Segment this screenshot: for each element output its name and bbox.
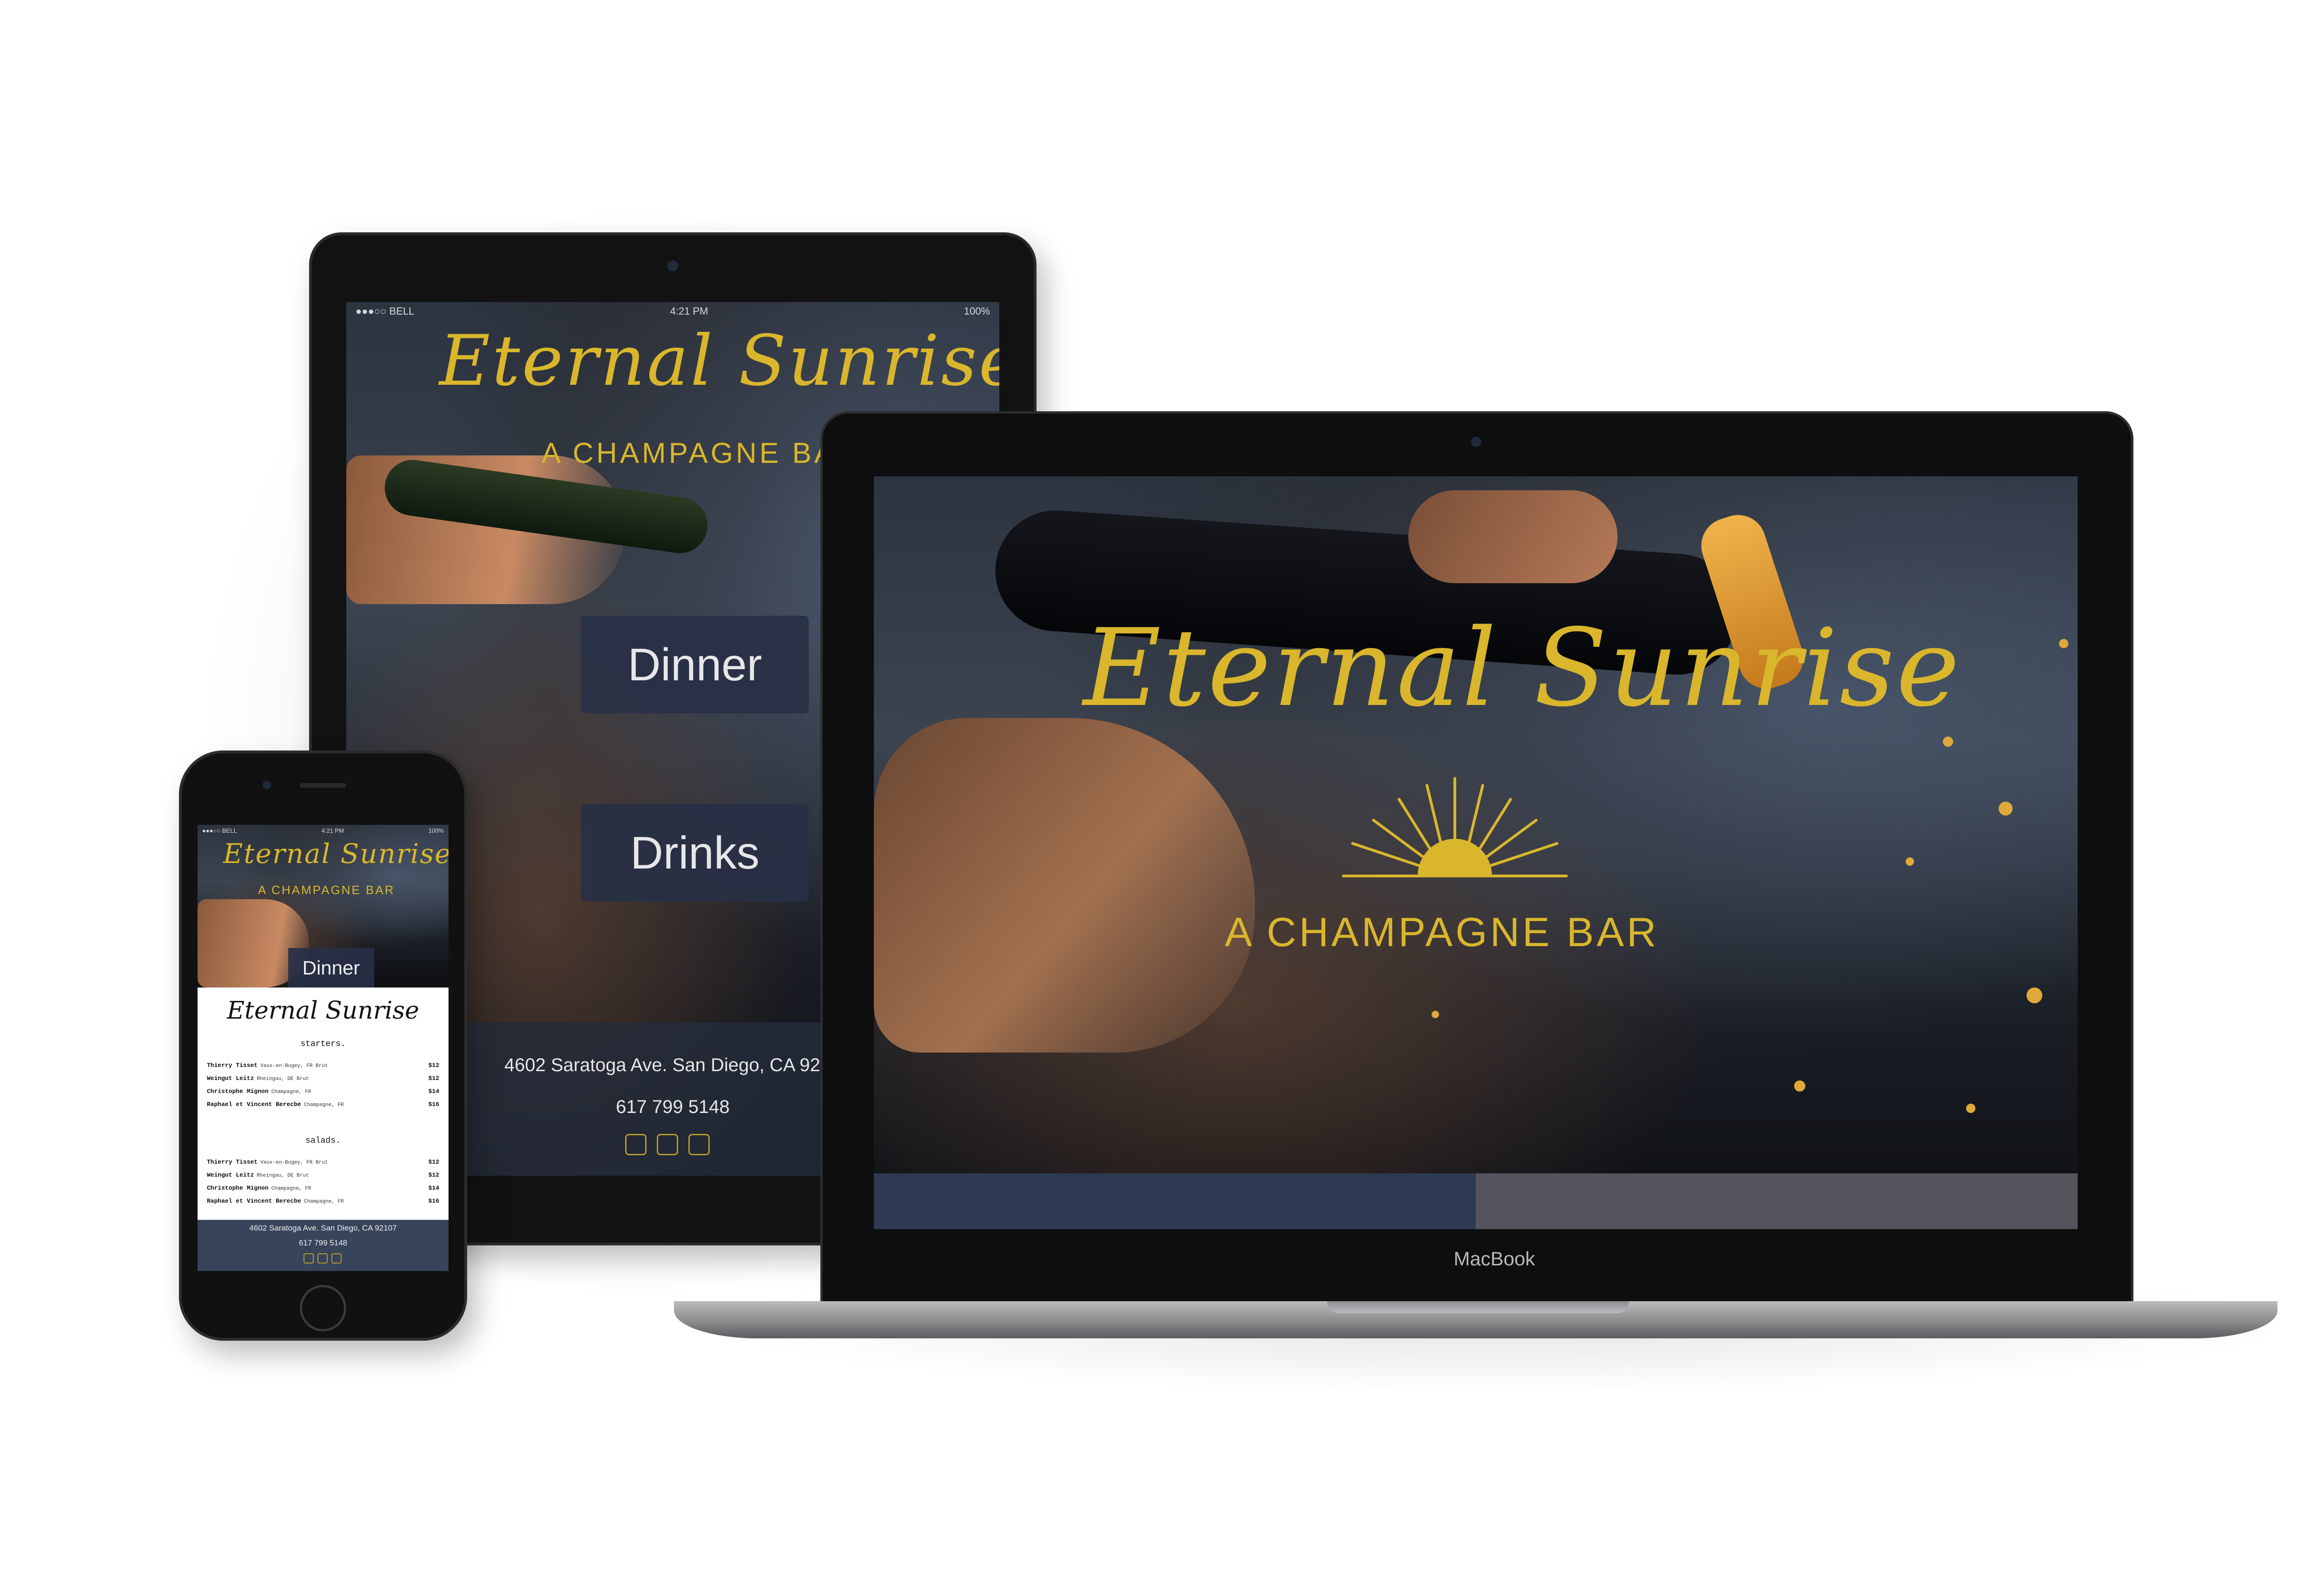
laptop-brand-label: MacBook: [1453, 1248, 1535, 1270]
menu-item-name: Raphael et Vincent Berecbe: [207, 1101, 301, 1108]
menu-item-name: Weingut Leitz: [207, 1075, 254, 1082]
menu-item-origin: Vaux-en-Bugey, FR Brut: [260, 1160, 328, 1165]
speck: [1943, 737, 1953, 747]
menu-item-name: Christophe Mignon: [207, 1185, 269, 1192]
status-bar: ●●●○○ BELL 4:21 PM 100%: [198, 825, 449, 836]
footer-phone[interactable]: 617 799 5148: [616, 1097, 730, 1118]
speck: [2059, 639, 2068, 648]
facebook-icon[interactable]: [625, 1134, 647, 1155]
menu-item: Raphael et Vincent Berecbe Champagne, FR $…: [207, 1101, 439, 1111]
phone-camera: [263, 781, 271, 789]
carrier-label: ●●●○○ BELL: [202, 827, 237, 834]
footer-address[interactable]: 4602 Saratoga Ave. San Diego, CA 92107: [504, 1055, 852, 1076]
menu-item-name: Thierry Tisset: [207, 1159, 258, 1165]
menu-item-price: $14: [428, 1088, 439, 1095]
menu-item: Thierry Tisset Vaux-en-Bugey, FR Brut $12: [207, 1062, 439, 1072]
menu-item-price: $16: [428, 1101, 439, 1108]
site-tagline: A CHAMPAGNE BAR: [258, 883, 395, 897]
menu-item: Thierry Tisset Vaux-en-Bugey, FR Brut $12: [207, 1159, 439, 1169]
menu-item-origin: Champagne, FR: [304, 1102, 344, 1108]
phone-device: ●●●○○ BELL 4:21 PM 100% Eternal Sunrise …: [179, 750, 467, 1341]
menu-item-price: $12: [428, 1159, 439, 1165]
menu-item-name: Christophe Mignon: [207, 1088, 269, 1095]
laptop-device: Eternal Sunrise A CHAMPAGNE BAR MacBook: [820, 411, 2133, 1304]
facebook-icon[interactable]: [304, 1253, 314, 1264]
home-button[interactable]: [300, 1285, 346, 1331]
footer-phone[interactable]: 617 799 5148: [198, 1238, 449, 1248]
speck: [1794, 1080, 1805, 1092]
menu-item-origin: Champagne, FR: [304, 1199, 344, 1205]
nav-right-panel[interactable]: [1476, 1173, 2078, 1229]
menu-item-origin: Champagne, FR: [271, 1186, 311, 1192]
speck: [1966, 1104, 1975, 1113]
menu-item: Weingut Leitz Rheingau, DE Brut $12: [207, 1172, 439, 1182]
menu-item-origin: Champagne, FR: [271, 1089, 311, 1095]
menu-section-heading: starters.: [300, 1040, 346, 1049]
sunrise-logo-icon: [1342, 777, 1568, 877]
hand-photo-bottom: [874, 718, 1255, 1053]
laptop-notch: [1327, 1301, 1629, 1313]
menu-title: Eternal Sunrise: [227, 997, 419, 1025]
instagram-icon[interactable]: [688, 1134, 710, 1155]
menu-item-name: Raphael et Vincent Berecbe: [207, 1198, 301, 1205]
nav-dinner-button[interactable]: Dinner: [288, 948, 374, 988]
nav-dinner-button[interactable]: Dinner: [581, 616, 809, 713]
menu-item-origin: Rheingau, DE Brut: [257, 1173, 309, 1178]
laptop-camera: [1471, 437, 1481, 447]
site-tagline: A CHAMPAGNE BAR: [541, 437, 860, 469]
menu-item: Raphael et Vincent Berecbe Champagne, FR $…: [207, 1198, 439, 1208]
menu-item-origin: Rheingau, DE Brut: [257, 1076, 309, 1082]
hand-photo-top: [1408, 490, 1618, 583]
battery-label: 100%: [964, 305, 990, 317]
menu-section-heading: salads.: [305, 1136, 341, 1146]
menu-item-name: Weingut Leitz: [207, 1172, 254, 1178]
menu-item-price: $12: [428, 1075, 439, 1082]
menu-item: Christophe Mignon Champagne, FR $14: [207, 1088, 439, 1098]
menu-item: Christophe Mignon Champagne, FR $14: [207, 1185, 439, 1195]
nav-left-panel[interactable]: [874, 1173, 1476, 1229]
menu-item-name: Thierry Tisset: [207, 1062, 258, 1069]
menu-item-price: $16: [428, 1198, 439, 1205]
footer-address[interactable]: 4602 Saratoga Ave. San Diego, CA 92107: [198, 1224, 449, 1233]
site-tagline: A CHAMPAGNE BAR: [1225, 909, 1659, 955]
laptop-screen: Eternal Sunrise A CHAMPAGNE BAR: [874, 476, 2078, 1229]
social-icons: [625, 1134, 710, 1155]
carrier-label: ●●●○○ BELL: [356, 305, 415, 317]
foursquare-icon[interactable]: [317, 1253, 328, 1264]
tablet-camera: [667, 260, 678, 271]
clock-label: 4:21 PM: [670, 305, 708, 317]
nav-drinks-button[interactable]: Drinks: [581, 804, 809, 902]
speck: [1432, 1011, 1439, 1018]
phone-speaker: [300, 783, 346, 788]
speck: [2027, 988, 2042, 1003]
phone-footer: 4602 Saratoga Ave. San Diego, CA 92107 6…: [198, 1220, 449, 1271]
speck: [1906, 857, 1914, 866]
menu-item-price: $12: [428, 1172, 439, 1178]
clock-label: 4:21 PM: [321, 827, 344, 834]
site-logo-script[interactable]: Eternal Sunrise: [439, 321, 999, 402]
site-logo-script[interactable]: Eternal Sunrise: [1083, 606, 1961, 731]
status-bar: ●●●○○ BELL 4:21 PM 100%: [346, 302, 999, 321]
phone-hero: ●●●○○ BELL 4:21 PM 100% Eternal Sunrise …: [198, 825, 449, 988]
battery-label: 100%: [428, 827, 444, 834]
menu-item-origin: Vaux-en-Bugey, FR Brut: [260, 1063, 328, 1069]
speck: [1999, 802, 2013, 816]
menu-item-price: $14: [428, 1185, 439, 1192]
foursquare-icon[interactable]: [657, 1134, 678, 1155]
dinner-menu: Eternal Sunrise starters. Thierry Tisset…: [198, 988, 449, 1220]
instagram-icon[interactable]: [331, 1253, 342, 1264]
site-logo-script[interactable]: Eternal Sunrise: [223, 838, 449, 869]
menu-item-price: $12: [428, 1062, 439, 1069]
phone-screen: ●●●○○ BELL 4:21 PM 100% Eternal Sunrise …: [198, 825, 449, 1271]
menu-item: Weingut Leitz Rheingau, DE Brut $12: [207, 1075, 439, 1085]
social-icons: [304, 1253, 342, 1264]
